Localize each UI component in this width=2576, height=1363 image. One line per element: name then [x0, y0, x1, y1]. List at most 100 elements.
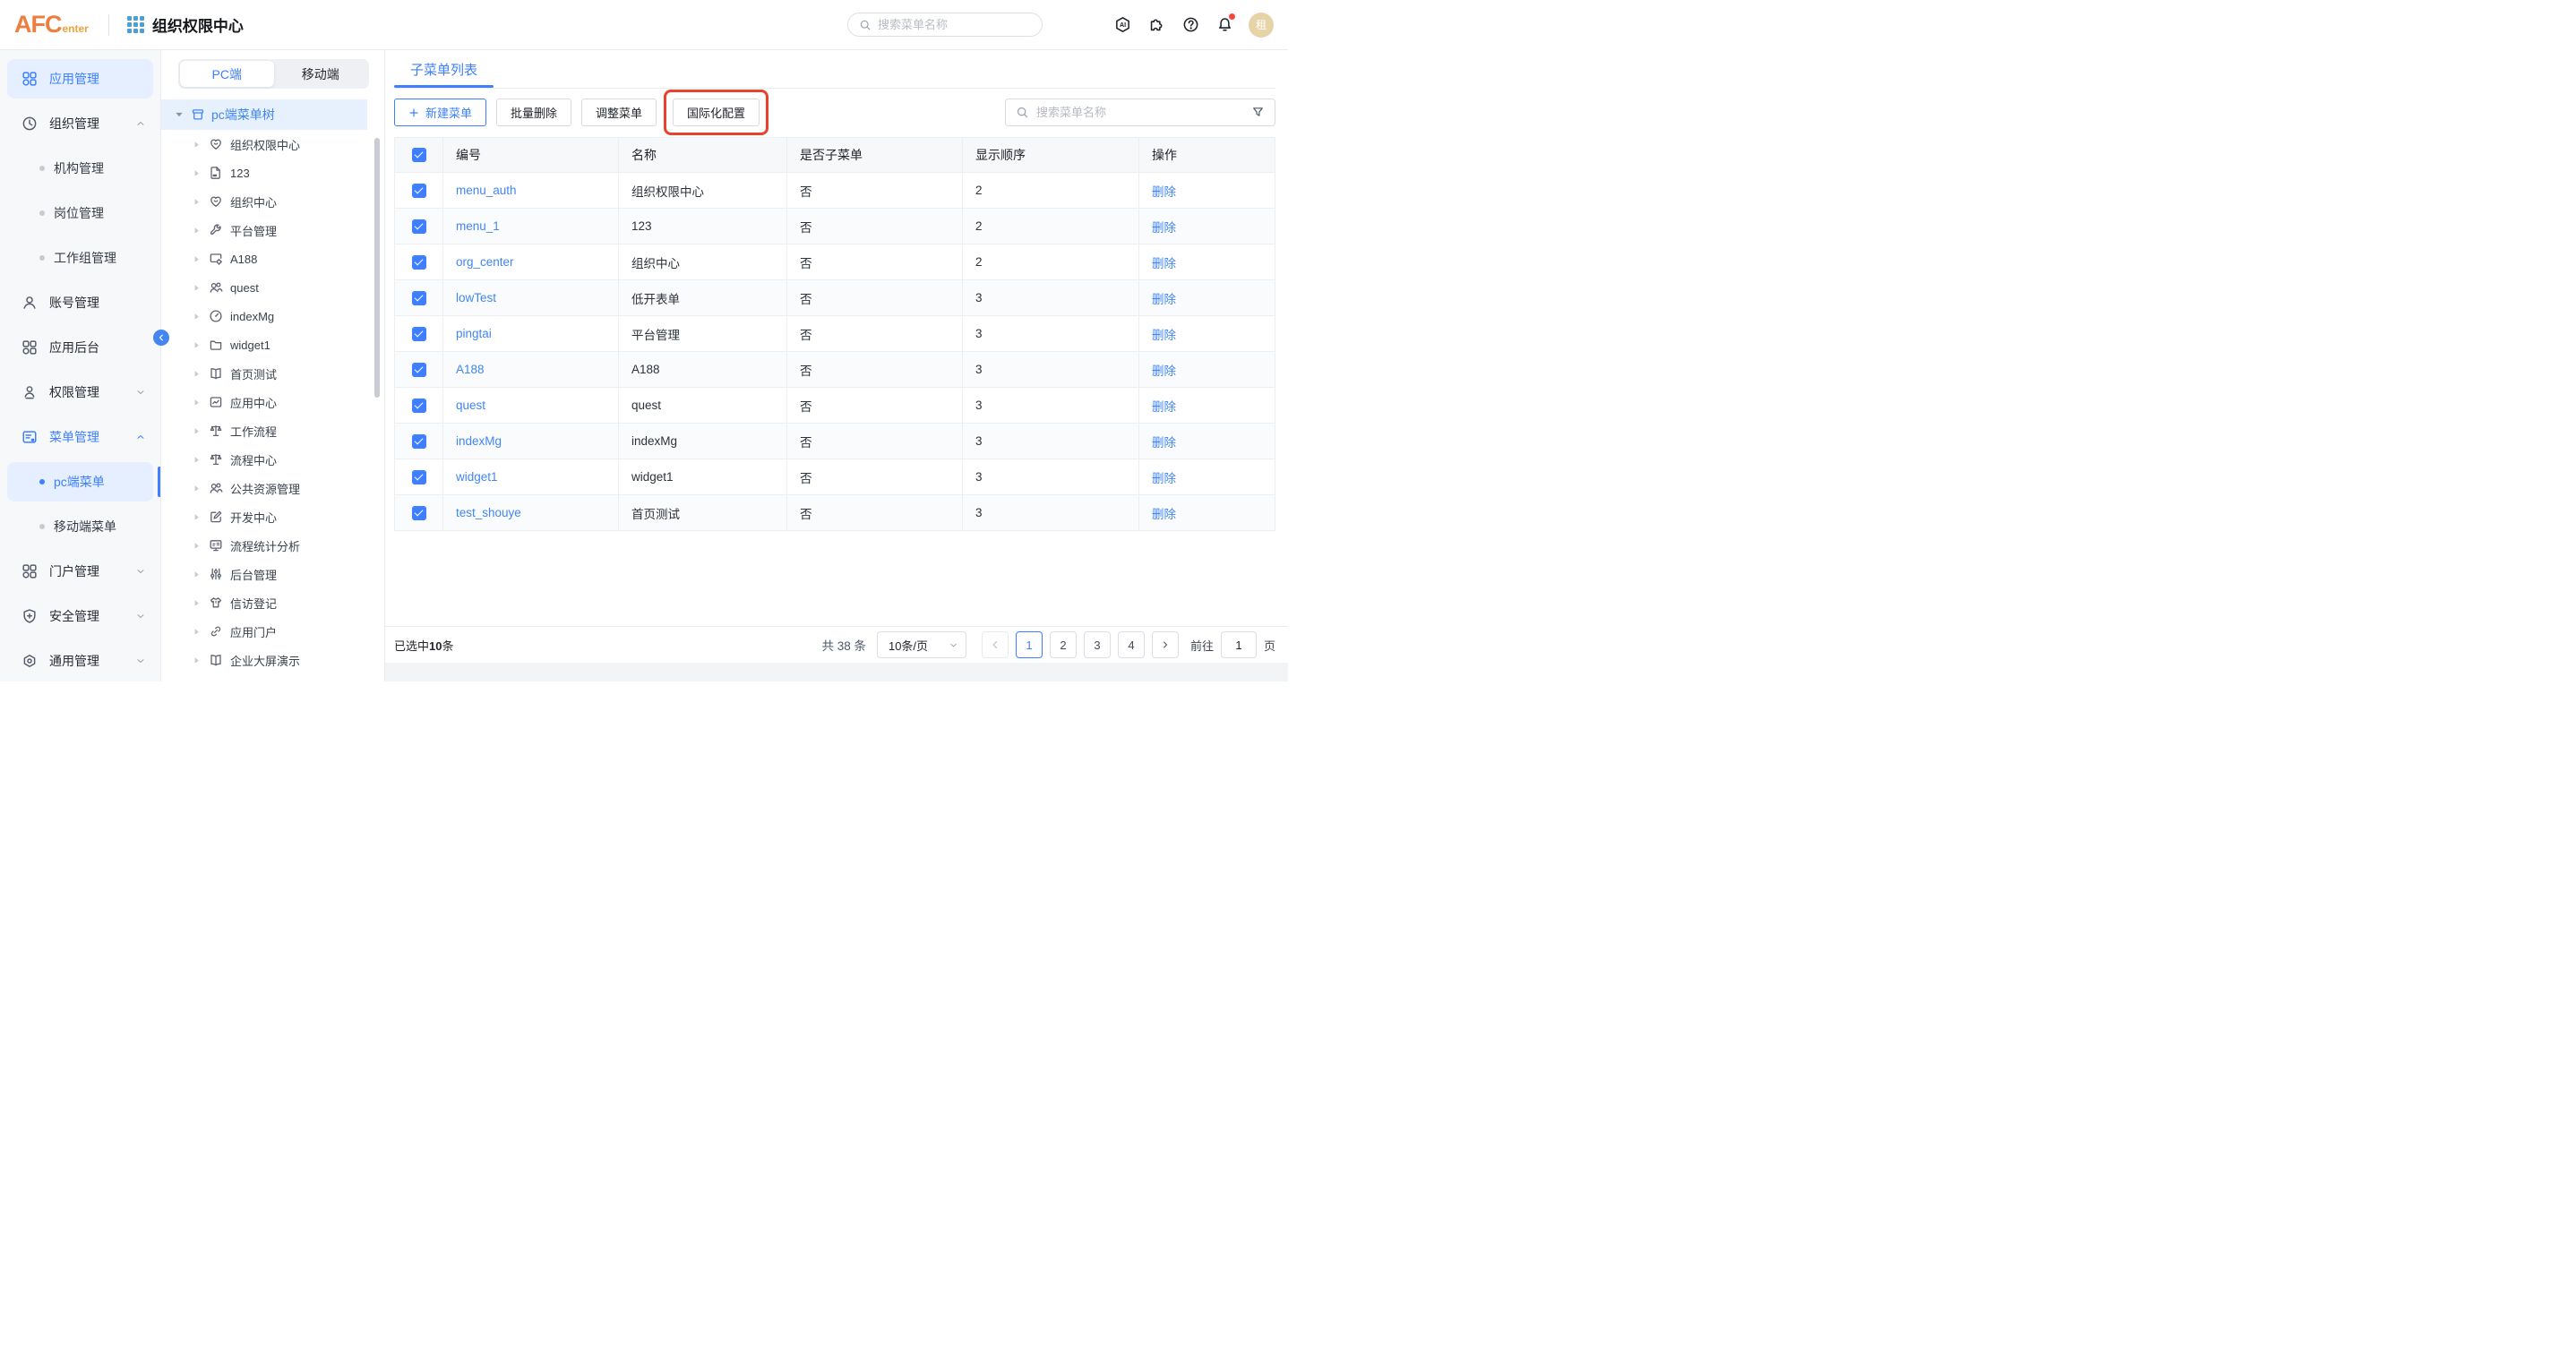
notification-bell-icon[interactable]	[1216, 16, 1233, 33]
delete-link[interactable]: 删除	[1152, 468, 1176, 486]
row-checkbox[interactable]	[412, 219, 426, 234]
row-checkbox[interactable]	[412, 470, 426, 484]
tree-root-node[interactable]: pc端菜单树	[161, 99, 367, 130]
delete-link[interactable]: 删除	[1152, 361, 1176, 379]
delete-link[interactable]: 删除	[1152, 289, 1176, 307]
tree-node[interactable]: 工作流程	[161, 416, 384, 445]
sidebar-item[interactable]: 应用管理	[7, 59, 153, 99]
caret-right-icon[interactable]	[192, 398, 202, 407]
caret-right-icon[interactable]	[192, 570, 202, 579]
adjust-menu-button[interactable]: 调整菜单	[581, 99, 657, 126]
caret-right-icon[interactable]	[192, 455, 202, 465]
row-code-link[interactable]: org_center	[456, 255, 514, 269]
sidebar-item[interactable]: 门户管理	[7, 549, 153, 594]
sidebar-item[interactable]: 账号管理	[7, 280, 153, 325]
sidebar-subitem[interactable]: 机构管理	[7, 146, 153, 191]
page-size-select[interactable]: 10条/页	[877, 631, 966, 658]
tree-node[interactable]: 首页测试	[161, 359, 384, 388]
tree-node[interactable]: 应用门户	[161, 617, 384, 646]
caret-right-icon[interactable]	[192, 168, 202, 178]
row-checkbox[interactable]	[412, 184, 426, 198]
user-avatar[interactable]: 租	[1249, 13, 1274, 38]
row-checkbox[interactable]	[412, 506, 426, 520]
caret-right-icon[interactable]	[192, 512, 202, 522]
plugin-icon[interactable]	[1148, 16, 1165, 33]
global-search[interactable]	[847, 13, 1043, 37]
new-menu-button[interactable]: 新建菜单	[394, 99, 486, 126]
caret-right-icon[interactable]	[192, 627, 202, 637]
row-code-link[interactable]: indexMg	[456, 434, 502, 448]
caret-right-icon[interactable]	[192, 541, 202, 551]
caret-right-icon[interactable]	[192, 312, 202, 321]
help-icon[interactable]	[1182, 16, 1199, 33]
sidebar-item[interactable]: 应用后台	[7, 325, 153, 370]
row-checkbox[interactable]	[412, 399, 426, 413]
delete-link[interactable]: 删除	[1152, 218, 1176, 236]
sidebar-subitem[interactable]: pc端菜单	[7, 462, 153, 501]
delete-link[interactable]: 删除	[1152, 433, 1176, 450]
tab-submenu-list[interactable]: 子菜单列表	[394, 50, 494, 88]
row-code-link[interactable]: A188	[456, 363, 485, 376]
afc-logo[interactable]: AFC enter	[14, 13, 89, 37]
tree-scrollbar[interactable]	[374, 138, 380, 398]
sidebar-item[interactable]: 菜单管理	[7, 415, 153, 459]
tree-node[interactable]: widget1	[161, 330, 384, 359]
row-code-link[interactable]: widget1	[456, 470, 498, 484]
tree-node[interactable]: 后台管理	[161, 560, 384, 588]
row-code-link[interactable]: lowTest	[456, 291, 496, 304]
page-button-4[interactable]: 4	[1118, 631, 1145, 658]
tree-node[interactable]: A188	[161, 244, 384, 273]
caret-right-icon[interactable]	[192, 426, 202, 436]
row-code-link[interactable]: menu_auth	[456, 184, 517, 197]
i18n-config-button[interactable]: 国际化配置	[673, 99, 760, 126]
caret-down-icon[interactable]	[174, 109, 185, 120]
sidebar-item[interactable]: 通用管理	[7, 639, 153, 682]
caret-right-icon[interactable]	[192, 197, 202, 207]
table-search-input[interactable]	[1036, 106, 1244, 119]
tree-node[interactable]: 123	[161, 159, 384, 187]
ai-assistant-icon[interactable]: AI	[1114, 16, 1131, 33]
tab-mobile[interactable]: 移动端	[274, 61, 368, 87]
page-button-3[interactable]: 3	[1084, 631, 1111, 658]
row-code-link[interactable]: quest	[456, 399, 485, 412]
sidebar-subitem[interactable]: 岗位管理	[7, 191, 153, 236]
sidebar-item[interactable]: 权限管理	[7, 370, 153, 415]
delete-link[interactable]: 删除	[1152, 325, 1176, 343]
tree-node[interactable]: 开发中心	[161, 502, 384, 531]
page-button-1[interactable]: 1	[1016, 631, 1043, 658]
delete-link[interactable]: 删除	[1152, 504, 1176, 522]
filter-funnel-icon[interactable]	[1251, 106, 1265, 119]
row-code-link[interactable]: test_shouye	[456, 506, 521, 519]
table-search[interactable]	[1005, 99, 1275, 126]
row-checkbox[interactable]	[412, 327, 426, 341]
caret-right-icon[interactable]	[192, 484, 202, 493]
sidebar-collapse-button[interactable]	[153, 330, 169, 346]
sidebar-item[interactable]: 组织管理	[7, 101, 153, 146]
prev-page-button[interactable]	[982, 631, 1009, 658]
page-button-2[interactable]: 2	[1050, 631, 1077, 658]
sidebar-subitem[interactable]: 工作组管理	[7, 236, 153, 280]
tree-node[interactable]: 企业大屏演示	[161, 646, 384, 674]
tab-pc[interactable]: PC端	[180, 61, 274, 87]
delete-link[interactable]: 删除	[1152, 397, 1176, 415]
tree-node[interactable]: 组织中心	[161, 187, 384, 216]
caret-right-icon[interactable]	[192, 369, 202, 379]
row-checkbox[interactable]	[412, 363, 426, 377]
delete-link[interactable]: 删除	[1152, 182, 1176, 200]
row-code-link[interactable]: pingtai	[456, 327, 492, 340]
caret-right-icon[interactable]	[192, 340, 202, 350]
caret-right-icon[interactable]	[192, 598, 202, 608]
row-code-link[interactable]: menu_1	[456, 219, 500, 233]
caret-right-icon[interactable]	[192, 140, 202, 150]
caret-right-icon[interactable]	[192, 283, 202, 293]
tree-node[interactable]: 平台管理	[161, 216, 384, 244]
tree-node[interactable]: 公共资源管理	[161, 474, 384, 502]
caret-right-icon[interactable]	[192, 656, 202, 665]
row-checkbox[interactable]	[412, 291, 426, 305]
global-search-input[interactable]	[878, 18, 1031, 31]
tree-node[interactable]: indexMg	[161, 302, 384, 330]
tree-node[interactable]: 流程中心	[161, 445, 384, 474]
tree-node[interactable]: 应用中心	[161, 388, 384, 416]
caret-right-icon[interactable]	[192, 254, 202, 264]
caret-right-icon[interactable]	[192, 226, 202, 236]
